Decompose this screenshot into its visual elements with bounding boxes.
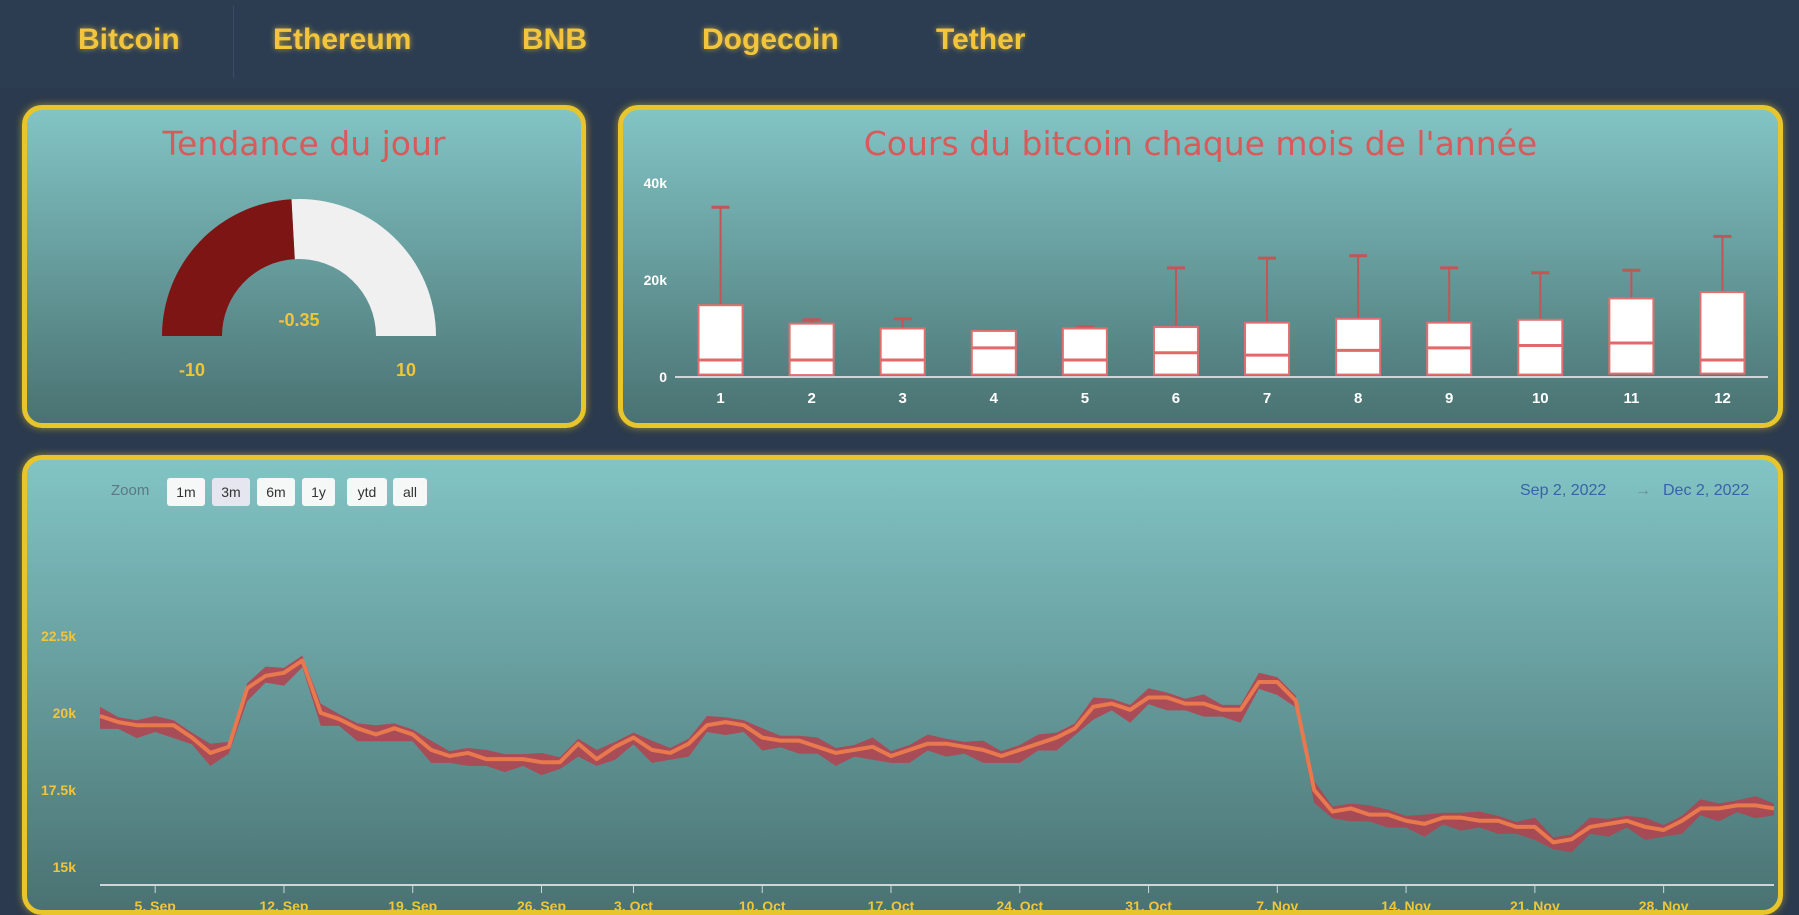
- boxplot-x-tick: 10: [1532, 390, 1549, 407]
- boxplot-box: [697, 304, 744, 376]
- boxplot-y-tick: 40k: [644, 175, 668, 191]
- boxplot-box: [879, 327, 926, 376]
- line-x-tick: 26. Sep: [517, 898, 566, 910]
- boxplot-chart: 020k40k1 2 3 4 5 6 7 8 9 10 11 12: [644, 175, 1768, 407]
- line-x-tick: 10. Oct: [739, 898, 786, 910]
- line-y-tick: 17.5k: [41, 782, 76, 798]
- boxplot-box: [788, 322, 835, 377]
- line-x-tick: 14. Nov: [1381, 898, 1431, 910]
- price-range-band: [100, 655, 1774, 853]
- gauge-max-label: 10: [396, 360, 416, 380]
- boxplot-x-tick: 7: [1263, 390, 1271, 407]
- boxplot-x-tick: 12: [1714, 390, 1731, 407]
- line-x-tick: 21. Nov: [1510, 898, 1560, 910]
- boxplot-y-tick: 0: [659, 369, 667, 385]
- boxplot-panel: Cours du bitcoin chaque mois de l'année …: [618, 105, 1783, 428]
- line-x-tick: 19. Sep: [388, 898, 437, 910]
- nav-item-dogecoin[interactable]: Dogecoin: [702, 0, 839, 80]
- line-x-tick: 17. Oct: [868, 898, 915, 910]
- price-line-panel: Zoom 1m 3m 6m 1y ytd all Sep 2, 2022 → Dec 2,…: [22, 455, 1783, 915]
- gauge-chart: -0.35 -10 10: [162, 199, 436, 380]
- line-x-tick: 24. Oct: [996, 898, 1043, 910]
- boxplot-x-tick: 1: [716, 390, 724, 407]
- gauge-value: -0.35: [278, 310, 319, 330]
- nav-item-bnb[interactable]: BNB: [522, 0, 587, 80]
- nav-item-bitcoin[interactable]: Bitcoin: [78, 0, 180, 80]
- gauge-fill: [162, 199, 295, 336]
- nav-separator: [233, 6, 234, 78]
- gauge-min-label: -10: [179, 360, 205, 380]
- boxplot-box: [1608, 297, 1655, 375]
- boxplot-box: [1244, 321, 1291, 376]
- boxplot-x-tick: 11: [1623, 390, 1639, 407]
- line-y-tick: 22.5k: [41, 628, 76, 644]
- price-line-chart: 15k 17.5k 20k 22.5k 5. Sep 12. Sep 19. Sep 26. …: [41, 628, 1775, 910]
- boxplot-box: [1152, 326, 1199, 376]
- boxplot-x-tick: 3: [899, 390, 907, 407]
- boxplot-x-tick: 6: [1172, 390, 1180, 407]
- boxplot-x-tick: 4: [990, 390, 999, 407]
- boxplot-x-tick: 9: [1445, 390, 1453, 407]
- line-x-tick: 7. Nov: [1256, 898, 1298, 910]
- nav-item-ethereum[interactable]: Ethereum: [273, 0, 411, 80]
- line-y-tick: 15k: [53, 859, 77, 875]
- boxplot-y-tick: 20k: [644, 272, 668, 288]
- boxplot-x-tick: 5: [1081, 390, 1089, 407]
- nav-item-tether[interactable]: Tether: [936, 0, 1025, 80]
- boxplot-box: [1335, 317, 1382, 376]
- line-x-tick: 5. Sep: [135, 898, 176, 910]
- line-y-tick: 20k: [53, 705, 77, 721]
- boxplot-x-tick: 8: [1354, 390, 1362, 407]
- top-nav: Bitcoin Ethereum BNB Dogecoin Tether: [0, 0, 1799, 88]
- gauge-panel: Tendance du jour -0.35 -10 10: [22, 105, 586, 428]
- line-x-tick: 28. Nov: [1639, 898, 1689, 910]
- line-x-tick: 12. Sep: [259, 898, 308, 910]
- line-x-tick: 31. Oct: [1125, 898, 1172, 910]
- boxplot-box: [1061, 327, 1108, 376]
- line-x-tick: 3. Oct: [614, 898, 653, 910]
- boxplot-box: [1517, 318, 1564, 376]
- boxplot-x-tick: 2: [807, 390, 815, 407]
- boxplot-box: [970, 329, 1017, 376]
